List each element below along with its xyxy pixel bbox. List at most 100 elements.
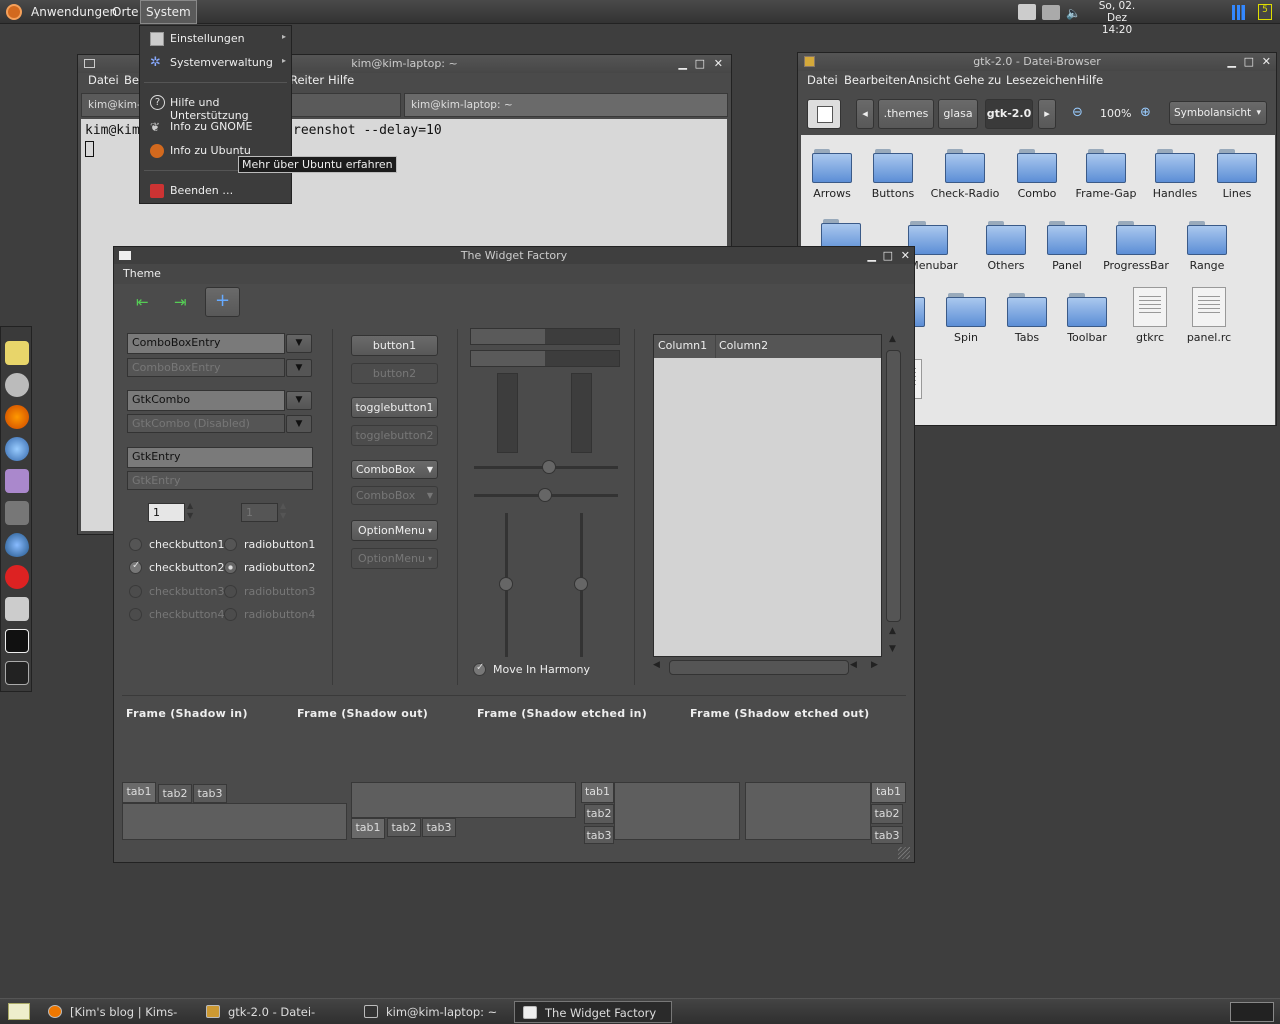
folder-icon[interactable]: [1067, 293, 1107, 327]
menu-bearbeiten[interactable]: Bearbeiten: [844, 73, 907, 87]
notebook-right-tab1[interactable]: tab1: [871, 782, 906, 803]
edit-location-button[interactable]: [807, 99, 841, 129]
notebook-bottom-tab1[interactable]: tab1: [351, 818, 385, 839]
horizontal-scrollbar[interactable]: [669, 660, 849, 675]
menu-gehe-zu[interactable]: Gehe zu: [954, 73, 1001, 87]
network-icon[interactable]: [1232, 5, 1248, 20]
notebook-right-tab2[interactable]: tab2: [871, 804, 903, 824]
notebook-left-tab1[interactable]: tab1: [581, 782, 614, 803]
add-button[interactable]: +: [205, 287, 240, 317]
vscale-2[interactable]: [574, 513, 588, 657]
slider-knob[interactable]: [542, 460, 556, 474]
checkbutton1[interactable]: [129, 538, 142, 551]
close-icon[interactable]: ✕: [901, 247, 910, 264]
go-last-icon[interactable]: ⇥: [174, 295, 194, 311]
maximize-icon[interactable]: □: [695, 55, 705, 72]
pidgin-icon[interactable]: [5, 469, 29, 493]
menu-item-info-gnome[interactable]: Info zu GNOME: [170, 120, 252, 133]
notebook-left-tab3[interactable]: tab3: [584, 826, 614, 844]
folder-icon[interactable]: [1086, 149, 1126, 183]
folder-icon[interactable]: [1217, 149, 1257, 183]
checkbutton2[interactable]: ✓: [129, 560, 142, 574]
spin-arrows-icon[interactable]: ▲ ▼: [187, 501, 193, 521]
slider-knob[interactable]: [538, 488, 552, 502]
folder-icon[interactable]: [1047, 221, 1087, 255]
spin-button[interactable]: 1: [148, 503, 185, 522]
slider-knob[interactable]: [574, 577, 588, 591]
folder-icon[interactable]: [1007, 293, 1047, 327]
menu-system[interactable]: System: [140, 0, 197, 24]
tree-view[interactable]: Column1 Column2: [653, 334, 882, 657]
gtk-combo[interactable]: GtkCombo: [127, 390, 285, 411]
notebook-bottom-tab2[interactable]: tab2: [387, 818, 421, 837]
minimize-icon[interactable]: ▁: [868, 247, 876, 264]
scroll-up-icon[interactable]: ▲: [889, 334, 896, 344]
folder-icon[interactable]: [812, 149, 852, 183]
scroll-right-icon[interactable]: ▶: [871, 660, 878, 670]
gimp-icon[interactable]: [5, 501, 29, 525]
minimize-icon[interactable]: ▁: [679, 55, 687, 72]
folder-icon[interactable]: [873, 149, 913, 183]
folder-icon[interactable]: [986, 221, 1026, 255]
zoom-out-icon[interactable]: ⊖: [1072, 105, 1083, 120]
vscale-1[interactable]: [499, 513, 513, 657]
resize-grip-icon[interactable]: [898, 847, 910, 859]
task-firefox[interactable]: [Kim's blog | Kims-area...: [40, 1001, 198, 1023]
hscale-2[interactable]: [474, 488, 618, 502]
close-icon[interactable]: ✕: [1262, 53, 1271, 70]
notebook-top-tab1[interactable]: tab1: [122, 782, 156, 803]
menu-datei[interactable]: Datei: [88, 73, 119, 87]
document-icon[interactable]: [1133, 287, 1167, 327]
folder-icon[interactable]: [946, 293, 986, 327]
folder-icon[interactable]: [1017, 149, 1057, 183]
menu-datei[interactable]: Datei: [807, 73, 838, 87]
task-file-browser[interactable]: gtk-2.0 - Datei-Browser: [198, 1001, 356, 1023]
menu-theme[interactable]: Theme: [123, 267, 161, 280]
disk-icon[interactable]: [5, 597, 29, 621]
scroll-up-icon[interactable]: ▲: [889, 626, 896, 636]
terminal-icon[interactable]: [5, 661, 29, 685]
notebook-top-tab2[interactable]: tab2: [158, 784, 192, 803]
menu-ansicht[interactable]: Ansicht: [908, 73, 950, 87]
togglebutton1[interactable]: togglebutton1: [351, 397, 438, 418]
scroll-left-icon[interactable]: ◀: [653, 660, 660, 670]
notebook-top-tab3[interactable]: tab3: [193, 784, 227, 803]
clock-icon[interactable]: [5, 373, 29, 397]
path-gtk2-button[interactable]: gtk-2.0: [985, 99, 1033, 129]
mail-applet-icon[interactable]: [1042, 5, 1060, 20]
combo-box-entry[interactable]: ComboBoxEntry: [127, 333, 285, 354]
menu-hilfe[interactable]: Hilfe: [1077, 73, 1103, 87]
column-header-2[interactable]: Column2: [716, 335, 881, 358]
folder-icon[interactable]: [1116, 221, 1156, 255]
show-desktop-icon[interactable]: [8, 1003, 30, 1020]
ubuntu-logo-icon[interactable]: [6, 4, 22, 20]
combobox-1[interactable]: ComboBox ▼: [351, 460, 438, 479]
notes-applet-icon[interactable]: [1018, 4, 1036, 20]
move-in-harmony-check[interactable]: ✓: [473, 662, 486, 676]
firefox-icon[interactable]: [5, 405, 29, 429]
menu-reiter[interactable]: Reiter: [290, 73, 324, 87]
go-first-icon[interactable]: ⇤: [136, 295, 156, 311]
task-terminal[interactable]: kim@kim-laptop: ~: [356, 1001, 514, 1023]
menu-item-beenden[interactable]: Beenden …: [170, 184, 233, 197]
terminal-tab-2[interactable]: kim@kim-laptop: ~: [404, 93, 728, 117]
scroll-left-icon[interactable]: ◀: [850, 660, 857, 670]
notebook-left-tab2[interactable]: tab2: [584, 804, 614, 824]
scroll-down-icon[interactable]: ▼: [889, 644, 896, 654]
menu-hilfe[interactable]: Hilfe: [328, 73, 354, 87]
zoom-in-icon[interactable]: ⊕: [1140, 105, 1151, 120]
menu-places[interactable]: Orte: [107, 0, 143, 24]
widget-factory-titlebar[interactable]: The Widget Factory ▁ □ ✕: [114, 247, 914, 264]
radiobutton2[interactable]: [224, 561, 237, 574]
menu-item-einstellungen[interactable]: Einstellungen: [170, 32, 245, 45]
folder-icon[interactable]: [1155, 149, 1195, 183]
slider-knob[interactable]: [499, 577, 513, 591]
option-menu-1[interactable]: OptionMenu ▾: [351, 520, 438, 541]
path-back-button[interactable]: ◂: [856, 99, 874, 129]
path-themes-button[interactable]: .themes: [878, 99, 934, 129]
window-icon[interactable]: [119, 251, 131, 260]
folder-window-icon[interactable]: [804, 56, 815, 67]
radiobutton1[interactable]: [224, 538, 237, 551]
terminal-window-icon[interactable]: [84, 59, 95, 68]
menu-item-hilfe[interactable]: Hilfe und Unterstützung: [170, 96, 291, 122]
